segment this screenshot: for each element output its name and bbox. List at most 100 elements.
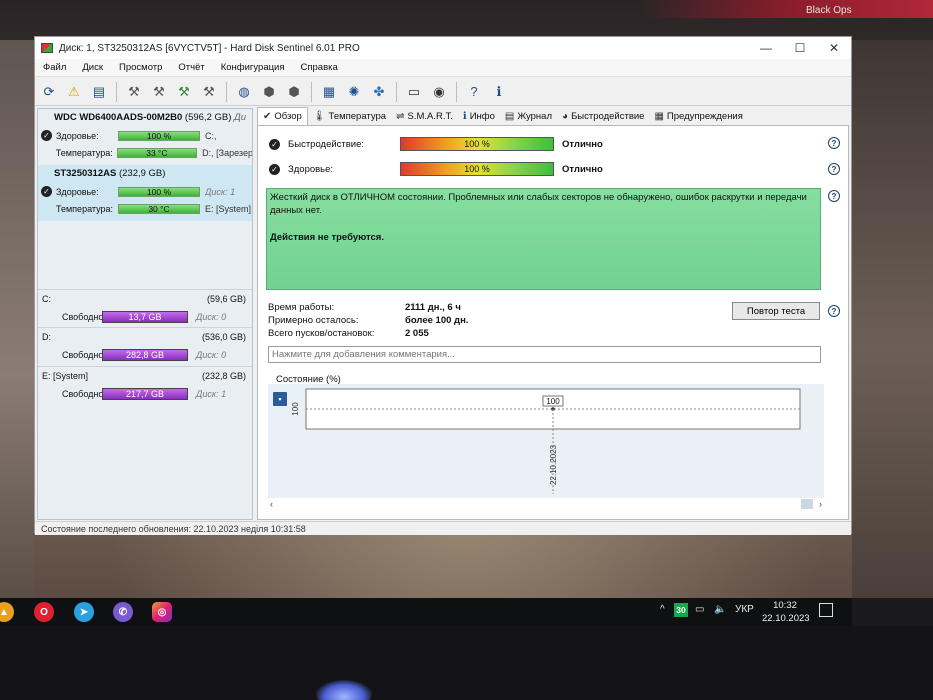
puzzle-icon[interactable]: ✤	[368, 81, 390, 103]
opera-icon[interactable]: O	[34, 602, 54, 622]
help-icon[interactable]: ?	[463, 81, 485, 103]
data-label: 100	[546, 397, 560, 406]
desktop-game-label: Black Ops	[806, 5, 852, 16]
tab-temperature[interactable]: 🌡 Температура	[308, 108, 391, 125]
free-space-bar: 217,7 GB	[102, 388, 188, 400]
wallpaper-stripe	[640, 0, 933, 18]
help-icon[interactable]: ?	[828, 163, 840, 175]
disk-card-0[interactable]: WDC WD6400AADS-00M2B0 (596,2 GB) Ди ✓ Зд…	[38, 109, 252, 163]
save-icon[interactable]: ▪	[273, 392, 287, 406]
speed-icon: ◕	[562, 111, 569, 122]
taskbar: ▲ O ➤ ✆ ◎ ^ 30 ▭ 🔈 УКР 10:32 22.10.2023	[0, 598, 852, 626]
menu-configuration[interactable]: Конфигурация	[213, 62, 293, 73]
uptime-label: Время работы:	[268, 302, 335, 313]
network-icon[interactable]: ▭	[695, 604, 704, 615]
tab-journal[interactable]: ▤ Журнал	[500, 108, 557, 125]
tab-performance[interactable]: ◕ Быстродействие	[557, 108, 649, 125]
scroll-left-icon[interactable]: ‹	[270, 499, 273, 509]
monitor-icon[interactable]: ▭	[403, 81, 425, 103]
menu-help[interactable]: Справка	[293, 62, 346, 73]
volume-card-2[interactable]: E: [System] (232,8 GB) Свободно 217,7 GB…	[38, 366, 252, 404]
volume-card-0[interactable]: C: (59,6 GB) Свободно 13,7 GB Диск: 0	[38, 289, 252, 327]
tab-info[interactable]: ℹ Инфо	[458, 108, 500, 125]
chart-scrollbar[interactable]: ‹ ›	[268, 498, 824, 510]
disk-health-row: ✓ Здоровье: 100 % Диск: 1	[38, 183, 252, 200]
status-message: Жесткий диск в ОТЛИЧНОМ состоянии. Пробл…	[270, 192, 807, 216]
health-label: Здоровье:	[288, 163, 334, 175]
help-icon[interactable]: ?	[828, 190, 840, 202]
remaining-row: Примерно осталось: более 100 дн.	[268, 315, 468, 328]
viber-icon[interactable]: ✆	[113, 602, 133, 622]
title-bar[interactable]: Диск: 1, ST3250312AS [6VYCTV5T] - Hard D…	[35, 37, 851, 59]
scroll-thumb[interactable]	[801, 499, 813, 509]
performance-label: Быстродействие:	[288, 138, 365, 150]
tab-smart[interactable]: ⇌ S.M.A.R.T.	[391, 108, 458, 125]
retest-button[interactable]: Повтор теста	[732, 302, 820, 320]
warning-icon[interactable]: ⚠	[63, 81, 85, 103]
toolbar-separator	[226, 81, 227, 102]
maximize-button[interactable]: ☐	[783, 37, 817, 59]
network-icon[interactable]: ⬢	[258, 81, 280, 103]
health-bar: 100 %	[118, 186, 200, 197]
scroll-right-icon[interactable]: ›	[819, 499, 822, 509]
refresh-icon[interactable]: ⟳	[38, 81, 60, 103]
tools-icon[interactable]: ⚒	[198, 81, 220, 103]
language-indicator[interactable]: УКР	[735, 604, 754, 615]
tab-warnings[interactable]: ▦ Предупреждения	[649, 108, 747, 125]
help-icon[interactable]: ?	[828, 137, 840, 149]
volume-disk: Диск: 1	[196, 389, 227, 399]
menu-bar: Файл Диск Просмотр Отчёт Конфигурация Сп…	[35, 59, 851, 77]
health-rating: Отлично	[562, 163, 603, 175]
monitor-bezel-bottom	[0, 626, 933, 700]
health-label: Здоровье:	[56, 186, 99, 197]
volume-card-1[interactable]: D: (536,0 GB) Свободно 282,8 GB Диск: 0	[38, 327, 252, 365]
free-label: Свободно	[62, 312, 104, 322]
disk-list-panel: WDC WD6400AADS-00M2B0 (596,2 GB) Ди ✓ Зд…	[37, 108, 253, 520]
telegram-icon[interactable]: ➤	[74, 602, 94, 622]
notification-icon[interactable]	[819, 603, 833, 617]
tools-icon[interactable]: ⚒	[173, 81, 195, 103]
disk-number: Диск: 1	[205, 186, 236, 197]
tray-chevron-icon[interactable]: ^	[660, 604, 665, 615]
toolbar: ⟳ ⚠ ▤ ⚒ ⚒ ⚒ ⚒ ◍ ⬢ ⬢ ▦ ✺ ✤ ▭ ◉ ? ℹ	[35, 78, 851, 106]
toolbar-separator	[311, 81, 312, 102]
toolbar-separator	[456, 81, 457, 102]
status-message-box: Жесткий диск в ОТЛИЧНОМ состоянии. Пробл…	[266, 188, 821, 290]
volume-icon[interactable]: 🔈	[714, 604, 726, 615]
menu-file[interactable]: Файл	[35, 62, 74, 73]
menu-view[interactable]: Просмотр	[111, 62, 170, 73]
tray-badge[interactable]: 30	[674, 603, 688, 617]
document-icon[interactable]: ▦	[318, 81, 340, 103]
globe-icon[interactable]: ◍	[233, 81, 255, 103]
menu-disk[interactable]: Диск	[74, 62, 111, 73]
clock[interactable]: 10:32 22.10.2023	[762, 598, 810, 626]
menu-report[interactable]: Отчёт	[170, 62, 212, 73]
tab-label: S.M.A.R.T.	[407, 111, 453, 122]
action-message: Действия не требуются.	[270, 232, 384, 243]
info-icon[interactable]: ℹ	[488, 81, 510, 103]
instagram-icon[interactable]: ◎	[152, 602, 172, 622]
tab-overview[interactable]: ✔ Обзор	[257, 107, 308, 125]
settings-icon[interactable]: ✺	[343, 81, 365, 103]
tools-icon[interactable]: ⚒	[148, 81, 170, 103]
network-icon[interactable]: ⬢	[283, 81, 305, 103]
disk-icon[interactable]: ▤	[88, 81, 110, 103]
tab-label: Предупреждения	[666, 111, 743, 122]
speaker-icon[interactable]: ◉	[428, 81, 450, 103]
triangle-icon[interactable]: ▲	[0, 602, 14, 622]
volume-name: D:	[42, 332, 51, 342]
tools-icon[interactable]: ⚒	[123, 81, 145, 103]
help-icon[interactable]: ?	[828, 305, 840, 317]
minimize-button[interactable]: —	[749, 37, 783, 59]
power-led	[316, 680, 372, 700]
disk-card-1[interactable]: ST3250312AS (232,9 GB) ✓ Здоровье: 100 %…	[38, 165, 252, 221]
wallpaper-right	[852, 40, 933, 598]
remaining-label: Примерно осталось:	[268, 315, 359, 326]
starts-value: 2 055	[405, 328, 429, 339]
free-label: Свободно	[62, 350, 104, 360]
check-icon: ✓	[269, 163, 280, 175]
monitor-bezel	[852, 598, 933, 626]
close-button[interactable]: ✕	[817, 37, 851, 59]
comment-input[interactable]	[268, 346, 821, 363]
status-bar: Состояние последнего обновления: 22.10.2…	[35, 521, 851, 535]
